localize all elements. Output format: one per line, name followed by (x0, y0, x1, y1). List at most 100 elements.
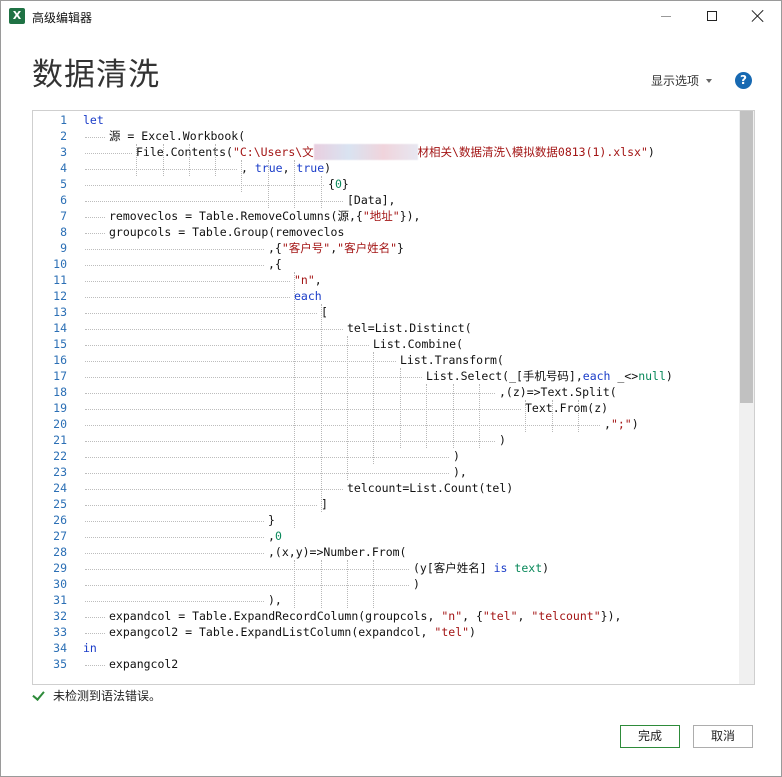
display-options-dropdown[interactable]: 显示选项 (651, 72, 713, 89)
indent-guide (294, 560, 295, 608)
code-line: ) (453, 448, 460, 464)
code-line: expandcol = Table.ExpandRecordColumn(gro… (109, 608, 621, 624)
code-line: in (83, 640, 97, 656)
code-token: expandcol = Table.ExpandRecordColumn(gro… (109, 609, 442, 623)
code-token: 0 (334, 177, 342, 191)
line-number: 9 (60, 241, 67, 255)
code-line: ), (453, 464, 467, 480)
indent-guide (241, 160, 242, 192)
code-token: tel=List.Distinct( (347, 321, 472, 335)
code-token: "n" (294, 273, 315, 287)
indent-guide (373, 352, 374, 464)
code-token: 0 (274, 529, 282, 543)
line-number: 16 (53, 353, 67, 367)
whitespace-marker (85, 153, 132, 154)
whitespace-marker (85, 601, 264, 602)
line-number: 1 (60, 113, 67, 127)
help-icon[interactable]: ? (735, 72, 752, 89)
code-line: [ (321, 304, 328, 320)
line-number: 25 (53, 497, 67, 511)
code-line: Text.From(z) (525, 400, 608, 416)
scrollbar-thumb[interactable] (740, 111, 753, 403)
indent-guide (321, 560, 322, 608)
line-number: 12 (53, 289, 67, 303)
cancel-button[interactable]: 取消 (693, 725, 753, 748)
code-line: ,{ (268, 256, 282, 272)
code-token: "客户姓名" (337, 241, 398, 255)
whitespace-marker (85, 217, 105, 218)
code-line: ,";") (604, 416, 639, 432)
code-token: expangcol2 (109, 657, 179, 671)
whitespace-marker (85, 185, 324, 186)
code-token: }), (399, 209, 421, 223)
code-token: List.Select(_[手机号码], (426, 369, 583, 383)
code-token: removeclos = Table.RemoveColumns(源,{ (109, 209, 363, 223)
code-token: [Data], (347, 193, 396, 207)
code-token: ,{ (268, 241, 282, 255)
done-button[interactable]: 完成 (620, 725, 680, 748)
syntax-status-text: 未检测到语法错误。 (53, 689, 162, 703)
code-token: each (582, 369, 611, 383)
whitespace-marker (85, 409, 521, 410)
code-token: ) (469, 625, 476, 639)
whitespace-marker (85, 617, 105, 618)
code-token: _<> (610, 369, 639, 383)
code-token: } (341, 177, 349, 191)
code-token: groupcols = Table.Group(removeclos (109, 225, 345, 239)
code-line: ,0 (268, 528, 282, 544)
whitespace-marker (85, 377, 422, 378)
line-number: 19 (53, 401, 67, 415)
code-token: null (638, 369, 666, 383)
whitespace-marker (85, 425, 600, 426)
whitespace-marker (85, 489, 343, 490)
code-line: telcount=List.Count(tel) (347, 480, 513, 496)
line-number: 3 (60, 145, 67, 159)
code-editor[interactable]: 1 2 3 4 5 6 7 8 9 10 11 12 13 14 15 16 17 18 19 20 21 22 23 24 2… (32, 110, 755, 685)
indent-guide (268, 160, 269, 208)
whitespace-marker (85, 537, 264, 538)
code-token: ), (268, 593, 282, 607)
maximize-icon (707, 11, 717, 21)
code-token: File.Contents( (136, 145, 233, 159)
syntax-status: 未检测到语法错误。 (32, 687, 161, 704)
indent-guide (215, 144, 216, 176)
code-token: is (493, 561, 508, 575)
line-number: 8 (60, 225, 67, 239)
code-token: { (328, 177, 335, 191)
indent-guide (373, 560, 374, 608)
code-token: ) (631, 417, 639, 431)
indent-guide (321, 304, 322, 512)
code-token: "n" (441, 609, 463, 623)
code-line: ), (268, 592, 282, 608)
maximize-button[interactable] (689, 1, 735, 31)
indent-guide (426, 384, 427, 448)
vertical-scrollbar[interactable] (739, 111, 754, 684)
code-token: "tel" (434, 625, 470, 639)
whitespace-marker (85, 553, 264, 554)
line-number: 24 (53, 481, 67, 495)
code-token: text (514, 561, 543, 575)
code-token: Text.From(z) (525, 401, 609, 415)
code-token: 源 = Excel.Workbook( (109, 129, 246, 143)
code-line: tel=List.Distinct( (347, 320, 472, 336)
indent-guide (347, 560, 348, 608)
excel-icon: X (9, 8, 25, 24)
indent-guide (400, 368, 401, 448)
whitespace-marker (85, 329, 343, 330)
close-button[interactable] (735, 1, 781, 31)
whitespace-marker (85, 297, 290, 298)
whitespace-marker (85, 457, 449, 458)
code-token: ), (453, 465, 467, 479)
indent-guide (347, 336, 348, 480)
code-token: [ (321, 305, 328, 319)
code-line: let (83, 112, 104, 128)
minimize-button[interactable] (643, 1, 689, 31)
code-token: ,(z)=>Text.Split( (499, 385, 617, 399)
close-icon (752, 10, 764, 22)
code-token: List.Transform( (400, 353, 504, 367)
code-area[interactable]: let 源 = Excel.Workbook(File.Contents("C:\… (83, 111, 738, 684)
checkmark-icon (32, 689, 45, 702)
code-token: , (268, 529, 275, 543)
code-line: each (294, 288, 322, 304)
code-line: groupcols = Table.Group(removeclos (109, 224, 344, 240)
